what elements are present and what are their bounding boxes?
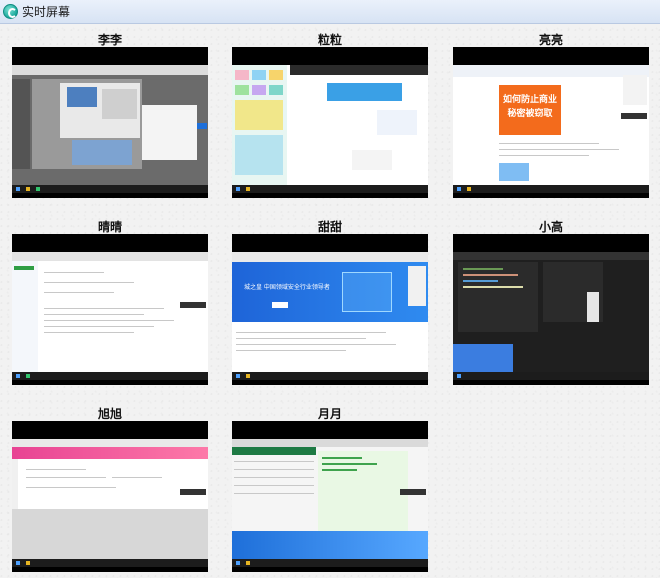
banner-line-2: 秘密被窃取 <box>507 109 553 119</box>
screen-thumbnail[interactable] <box>12 421 208 572</box>
window-titlebar: 实时屏幕 <box>0 0 660 24</box>
app-logo-icon <box>3 4 18 19</box>
tile-user-name: 粒粒 <box>317 33 342 47</box>
screen-tile-tiantian[interactable]: 甜甜 城之皇 中国领域安全行业领导者 <box>232 220 428 385</box>
screen-thumbnail[interactable]: 城之皇 中国领域安全行业领导者 <box>232 234 428 385</box>
tile-user-name: 旭旭 <box>97 407 122 421</box>
screen-thumbnail[interactable] <box>232 421 428 572</box>
screen-tile-liangliang[interactable]: 亮亮 如何防止商业 秘密被窃取 <box>453 33 649 198</box>
banner-line-1: 如何防止商业 <box>502 95 557 105</box>
tile-user-name: 月月 <box>317 407 342 421</box>
tile-user-name: 李李 <box>97 33 122 47</box>
screen-thumbnail[interactable] <box>232 47 428 198</box>
screen-tile-yueyue[interactable]: 月月 <box>232 407 428 572</box>
tile-user-name: 亮亮 <box>538 33 563 47</box>
screen-tile-lili[interactable]: 李李 <box>12 33 208 198</box>
screen-thumbnail[interactable]: 如何防止商业 秘密被窃取 <box>453 47 649 198</box>
screen-tile-qingqing[interactable]: 晴晴 <box>12 220 208 385</box>
screen-tile-lili-2[interactable]: 粒粒 <box>232 33 428 198</box>
tile-user-name: 甜甜 <box>317 220 342 234</box>
screen-thumbnail[interactable] <box>12 234 208 385</box>
tile-user-name: 晴晴 <box>97 220 122 234</box>
screen-tile-xuxu[interactable]: 旭旭 <box>12 407 208 572</box>
tile-user-name: 小高 <box>538 220 563 234</box>
screen-thumbnail[interactable] <box>12 47 208 198</box>
screen-thumbnail[interactable] <box>453 234 649 385</box>
screen-tile-xiaogao[interactable]: 小高 <box>453 220 649 385</box>
hero-slogan: 城之皇 中国领域安全行业领导者 <box>244 284 330 291</box>
window-title: 实时屏幕 <box>22 5 71 19</box>
